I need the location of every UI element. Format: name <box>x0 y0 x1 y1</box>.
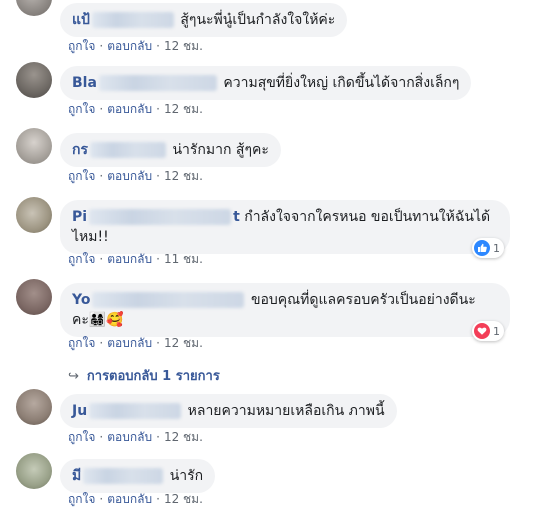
comment-actions: ถูกใจ · ตอบกลับ · 12 ชม. <box>68 102 203 116</box>
comment-actions: ถูกใจ · ตอบกลับ · 12 ชม. <box>68 169 203 183</box>
comment-bubble: มี น่ารัก <box>60 459 216 493</box>
reaction-count[interactable]: 1 <box>472 321 504 341</box>
like-link[interactable]: ถูกใจ <box>68 252 95 266</box>
comment-bubble: กร น่ารักมาก สู้ๆคะ <box>60 133 281 167</box>
reply-link[interactable]: ตอบกลับ <box>107 492 152 506</box>
commenter-name[interactable]: Yo <box>72 292 90 308</box>
reply-link[interactable]: ตอบกลับ <box>107 252 152 266</box>
reply-link[interactable]: ตอบกลับ <box>107 39 152 53</box>
timestamp[interactable]: 12 ชม. <box>164 336 203 350</box>
redacted-name <box>89 403 182 419</box>
avatar[interactable] <box>16 453 52 489</box>
comment-actions: ถูกใจ · ตอบกลับ · 12 ชม. <box>68 39 203 53</box>
commenter-name[interactable]: กร <box>72 142 88 158</box>
commenter-name[interactable]: Ju <box>72 403 87 419</box>
comment-text: น่ารักมาก สู้ๆคะ <box>172 142 269 158</box>
avatar[interactable] <box>16 0 52 16</box>
comment-bubble: Ju หลายความหมายเหลือเกิน ภาพนี้ <box>60 394 397 428</box>
like-link[interactable]: ถูกใจ <box>68 169 95 183</box>
comment-actions: ถูกใจ · ตอบกลับ · 12 ชม. <box>68 492 203 506</box>
avatar[interactable] <box>16 62 52 98</box>
like-link[interactable]: ถูกใจ <box>68 39 95 53</box>
reply-link[interactable]: ตอบกลับ <box>107 430 152 444</box>
comment-text: ความสุขที่ยิ่งใหญ่ เกิดขึ้นได้จากสิ่งเล็… <box>223 75 460 91</box>
timestamp[interactable]: 11 ชม. <box>164 252 203 266</box>
reaction-count[interactable]: 1 <box>472 238 504 258</box>
redacted-name <box>89 209 232 225</box>
timestamp[interactable]: 12 ชม. <box>164 102 203 116</box>
commenter-name[interactable]: Pi <box>72 209 87 225</box>
commenter-name[interactable]: แป้ <box>72 12 90 28</box>
comment-actions: ถูกใจ · ตอบกลับ · 12 ชม. <box>68 336 203 350</box>
avatar[interactable] <box>16 128 52 164</box>
like-link[interactable]: ถูกใจ <box>68 492 95 506</box>
timestamp[interactable]: 12 ชม. <box>164 492 203 506</box>
reply-link[interactable]: ตอบกลับ <box>107 102 152 116</box>
comment-text: สู้ๆนะพี่นู๋เป็นกำลังใจให้ค่ะ <box>180 12 336 28</box>
comment-bubble: แป้ สู้ๆนะพี่นู๋เป็นกำลังใจให้ค่ะ <box>60 3 348 37</box>
like-link[interactable]: ถูกใจ <box>68 336 95 350</box>
comment-text-line2: ไหม!! <box>72 229 109 245</box>
comment-bubble: Pi t กำลังใจจากใครหนอ ขอเป็นทานให้ฉันได้ … <box>60 200 510 254</box>
view-replies-label: การตอบกลับ 1 รายการ <box>86 369 220 384</box>
like-icon <box>474 240 490 256</box>
reaction-count-value: 1 <box>493 324 500 338</box>
commenter-name[interactable]: Bla <box>72 75 97 91</box>
commenter-name-tail[interactable]: t <box>233 209 240 225</box>
comment-emoji: 👨‍👩‍👧‍👦🥰 <box>88 312 124 328</box>
reply-link[interactable]: ตอบกลับ <box>107 336 152 350</box>
comment-bubble: Bla ความสุขที่ยิ่งใหญ่ เกิดขึ้นได้จากสิ่… <box>60 66 472 100</box>
redacted-name <box>83 468 164 484</box>
view-replies-link[interactable]: ↪ การตอบกลับ 1 รายการ <box>68 365 220 386</box>
love-icon <box>474 323 490 339</box>
redacted-name <box>92 292 245 308</box>
timestamp[interactable]: 12 ชม. <box>164 39 203 53</box>
avatar[interactable] <box>16 389 52 425</box>
timestamp[interactable]: 12 ชม. <box>164 430 203 444</box>
commenter-name[interactable]: มี <box>72 468 81 484</box>
comment-actions: ถูกใจ · ตอบกลับ · 12 ชม. <box>68 430 203 444</box>
comment-bubble: Yo ขอบคุณที่ดูแลครอบครัวเป็นอย่างดีนะ คะ… <box>60 283 510 337</box>
like-link[interactable]: ถูกใจ <box>68 430 95 444</box>
redacted-name <box>98 75 217 91</box>
reply-arrow-icon: ↪ <box>68 369 79 384</box>
reaction-count-value: 1 <box>493 241 500 255</box>
comment-text: ขอบคุณที่ดูแลครอบครัวเป็นอย่างดีนะ <box>250 292 476 308</box>
reply-link[interactable]: ตอบกลับ <box>107 169 152 183</box>
comment-actions: ถูกใจ · ตอบกลับ · 11 ชม. <box>68 252 203 266</box>
comment-text: หลายความหมายเหลือเกิน ภาพนี้ <box>187 403 385 419</box>
comment-text: กำลังใจจากใครหนอ ขอเป็นทานให้ฉันได้ <box>244 209 491 225</box>
avatar[interactable] <box>16 279 52 315</box>
timestamp[interactable]: 12 ชม. <box>164 169 203 183</box>
like-link[interactable]: ถูกใจ <box>68 102 95 116</box>
comment-text-line2: คะ <box>72 312 89 328</box>
redacted-name <box>90 142 166 158</box>
avatar[interactable] <box>16 197 52 233</box>
redacted-name <box>91 12 174 28</box>
comment-text: น่ารัก <box>169 468 204 484</box>
